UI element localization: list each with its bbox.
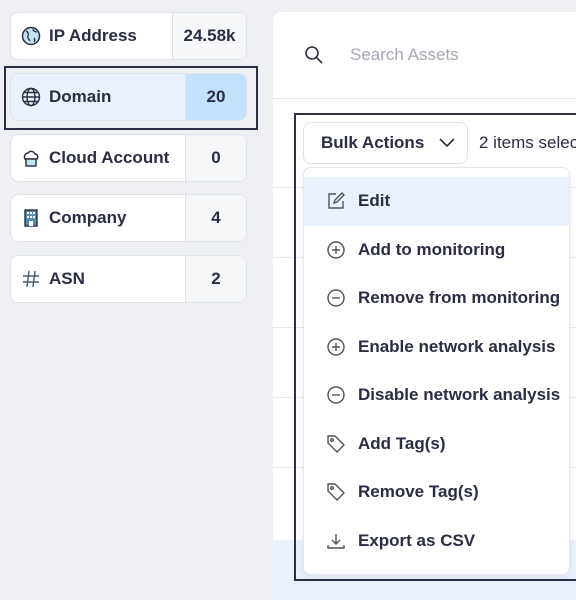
hash-icon	[21, 269, 41, 289]
menu-item-label: Disable network analysis	[358, 385, 561, 405]
bulk-actions-label: Bulk Actions	[321, 133, 425, 152]
menu-item-add-to-monitoring[interactable]: Add to monitoring	[304, 226, 569, 275]
menu-item-export-csv[interactable]: Export as CSV	[304, 517, 569, 566]
asset-type-company[interactable]: Company 4	[10, 194, 247, 242]
search-input[interactable]: Search Assets	[350, 45, 459, 65]
minus-circle-icon	[326, 385, 346, 405]
menu-item-disable-network-analysis[interactable]: Disable network analysis	[304, 371, 569, 420]
asset-type-label: ASN	[49, 269, 85, 288]
asset-type-label: Company	[49, 208, 127, 227]
menu-item-remove-tags[interactable]: Remove Tag(s)	[304, 468, 569, 517]
menu-item-label: Remove Tag(s)	[358, 482, 479, 502]
asset-type-count: 4	[185, 195, 246, 241]
search-bar[interactable]: Search Assets	[273, 12, 576, 99]
plus-circle-icon	[326, 240, 346, 260]
search-icon	[304, 45, 324, 70]
building-icon	[21, 208, 41, 228]
selection-highlight	[4, 66, 258, 130]
menu-item-label: Add Tag(s)	[358, 433, 446, 453]
menu-item-add-tags[interactable]: Add Tag(s)	[304, 420, 569, 469]
menu-item-edit[interactable]: Edit	[304, 177, 569, 226]
bulk-actions-menu: Edit Add to monitoring Remove from monit…	[303, 167, 570, 575]
chevron-down-icon	[438, 133, 456, 153]
bulk-actions-button[interactable]: Bulk Actions	[303, 122, 468, 164]
download-icon	[326, 531, 346, 551]
menu-item-enable-network-analysis[interactable]: Enable network analysis	[304, 323, 569, 372]
minus-circle-icon	[326, 288, 346, 308]
asset-type-cloud-account[interactable]: Cloud Account 0	[10, 134, 247, 182]
menu-item-label: Enable network analysis	[358, 336, 556, 356]
asset-type-count: 2	[185, 256, 246, 302]
menu-item-label: Remove from monitoring	[358, 288, 561, 308]
tag-icon	[326, 482, 346, 502]
tag-icon	[326, 434, 346, 454]
asset-type-count: 24.58k	[172, 13, 246, 59]
asset-type-ip-address[interactable]: IP Address 24.58k	[10, 12, 247, 60]
menu-item-label: Edit	[358, 191, 391, 211]
asset-type-count: 0	[185, 135, 246, 181]
cloud-icon	[21, 148, 41, 168]
menu-item-label: Export as CSV	[358, 530, 476, 550]
asset-type-asn[interactable]: ASN 2	[10, 255, 247, 303]
plus-circle-icon	[326, 337, 346, 357]
menu-item-label: Add to monitoring	[358, 239, 506, 259]
menu-item-remove-from-monitoring[interactable]: Remove from monitoring	[304, 274, 569, 323]
asset-type-label: IP Address	[49, 26, 137, 45]
globe-earth-icon	[21, 26, 41, 46]
asset-type-label: Cloud Account	[49, 148, 170, 167]
selection-count: 2 items selec	[479, 133, 576, 152]
edit-icon	[326, 191, 346, 211]
